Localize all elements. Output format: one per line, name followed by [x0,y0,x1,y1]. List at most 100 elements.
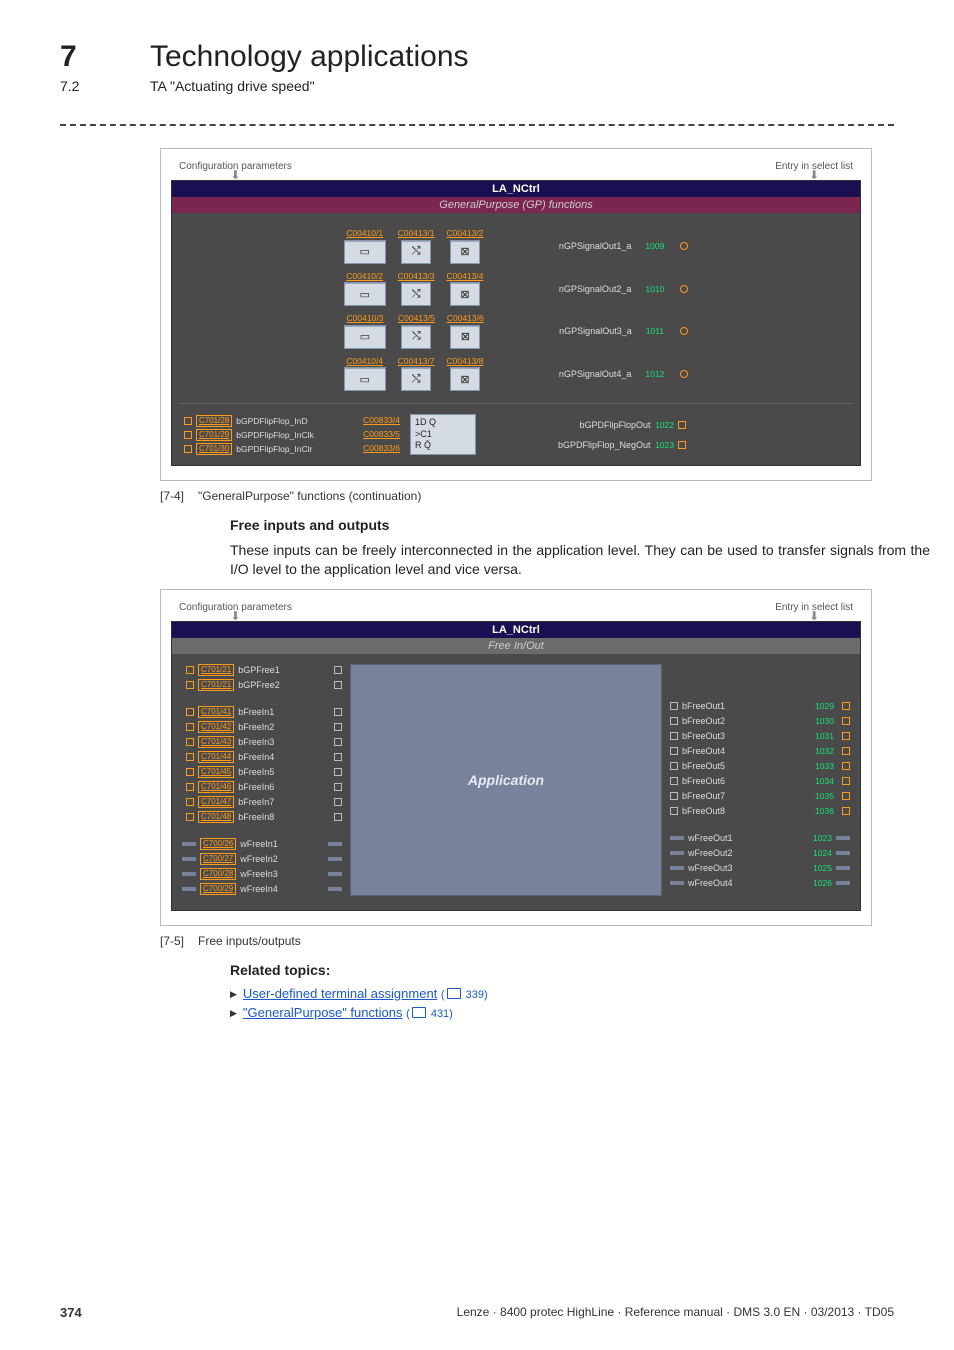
port-icon [678,421,686,429]
port-icon [836,851,850,855]
signal-label: bFreeIn5 [238,767,330,777]
signal-label: wFreeIn2 [240,854,324,864]
param-link[interactable]: C00413/3 [398,272,435,281]
link[interactable]: "GeneralPurpose" functions [243,1005,403,1020]
port-icon [186,813,194,821]
param-link[interactable]: C00833/5 [363,430,400,439]
param-link[interactable]: C701/28 [196,415,232,427]
terminal-icon [334,666,342,674]
param-link[interactable]: C00413/8 [447,357,484,366]
select-list-entry: 1035 [815,791,834,801]
signal-label: bGPFree2 [238,680,330,690]
diagram-titlebar: LA_NCtrl [172,181,860,197]
port-icon [836,881,850,885]
flipflop-input-row: C701/30 bGPDFlipFlop_InClr C00833/6 [180,443,400,455]
signal-label: bFreeIn8 [238,812,330,822]
select-list-entry: 1025 [813,863,832,873]
port-icon [836,836,850,840]
param-link[interactable]: C700/29 [200,883,236,895]
application-block: Application [350,664,662,896]
param-link[interactable]: C701/21 [198,679,234,691]
flipflop-symbol: 1D Q>C1R Q̄ [410,414,476,455]
free-input-row: C701/46 bFreeIn6 [182,781,342,794]
param-link[interactable]: C701/46 [198,781,234,793]
signal-label: bFreeIn3 [238,737,330,747]
select-list-entry: 1023 [655,440,674,450]
select-list-entry: 1033 [815,761,834,771]
section-title: TA "Actuating drive speed" [150,78,315,94]
free-output-row: bFreeOut3 1031 [670,730,850,743]
free-input-row: C701/43 bFreeIn3 [182,736,342,749]
param-link[interactable]: C00410/3 [347,314,384,323]
param-link[interactable]: C00413/7 [398,357,435,366]
param-link[interactable]: C701/41 [198,706,234,718]
param-link[interactable]: C00410/1 [346,229,383,238]
param-link[interactable]: C701/47 [198,796,234,808]
select-list-entry: 1029 [815,701,834,711]
param-link[interactable]: C00833/6 [363,444,400,453]
param-link[interactable]: C00413/4 [447,272,484,281]
terminal-icon [334,768,342,776]
param-link[interactable]: C701/30 [196,443,232,455]
signal-out-label: nGPSignalOut2_a [511,284,631,294]
page-reference[interactable]: ( 339) [441,989,488,1001]
signal-out-label: bFreeOut2 [682,716,809,726]
param-link[interactable]: C00413/2 [447,229,484,238]
signal-out-label: nGPSignalOut3_a [512,326,632,336]
param-link[interactable]: C701/43 [198,736,234,748]
port-icon [842,762,850,770]
multiply-symbol: ⊠ [450,325,480,349]
select-list-entry: 1031 [815,731,834,741]
param-link[interactable]: C00413/1 [398,229,435,238]
select-list-entry: 1036 [815,806,834,816]
free-output-row: wFreeOut2 1024 [670,847,850,860]
signal-out-label: bFreeOut4 [682,746,809,756]
port-icon [842,717,850,725]
select-list-entry: 1009 [645,241,664,251]
signal-out-label: wFreeOut3 [688,863,807,873]
port-icon [842,792,850,800]
param-link[interactable]: C701/48 [198,811,234,823]
link[interactable]: User-defined terminal assignment [243,986,437,1001]
param-link[interactable]: C00413/6 [447,314,484,323]
page-reference[interactable]: ( 431) [406,1008,453,1020]
diagram-gp-functions: Configuration parameters ⬇ Entry in sele… [160,148,872,481]
port-icon [186,798,194,806]
param-link[interactable]: C701/29 [196,429,232,441]
signal-out-label: nGPSignalOut4_a [511,369,631,379]
flipflop-input-row: C701/29 bGPDFlipFlop_InClk C00833/5 [180,429,400,441]
param-link[interactable]: C701/21 [198,664,234,676]
free-input-row: C701/21 bGPFree1 [182,664,342,677]
related-link-item: "GeneralPurpose" functions ( 431) [230,1005,930,1020]
flipflop-output-row: bGPDFlipFlopOut 1022 [486,420,686,430]
port-icon [680,285,688,293]
signal-out-label: bFreeOut5 [682,761,809,771]
port-icon [186,681,194,689]
signal-out-label: bGPDFlipFlopOut [580,420,651,430]
param-link[interactable]: C00410/4 [346,357,383,366]
param-link[interactable]: C701/45 [198,766,234,778]
free-output-row: bFreeOut7 1035 [670,790,850,803]
gp-signal-row: C00410/1 ▭ C00413/1 ⤭ C00413/2 ⊠ nGPSign… [180,229,852,264]
terminal-icon [334,783,342,791]
select-list-entry: 1034 [815,776,834,786]
slider-symbol: ▭ [344,325,386,349]
select-list-entry: 1010 [645,284,664,294]
param-link[interactable]: C700/28 [200,868,236,880]
param-link[interactable]: C700/27 [200,853,236,865]
terminal-icon [670,702,678,710]
port-icon [182,857,196,861]
param-link[interactable]: C701/42 [198,721,234,733]
down-arrow-icon: ⬇ [775,172,853,178]
port-icon [842,747,850,755]
free-output-row: bFreeOut5 1033 [670,760,850,773]
param-link[interactable]: C701/44 [198,751,234,763]
param-link[interactable]: C700/26 [200,838,236,850]
book-icon [447,988,461,999]
param-link[interactable]: C00833/4 [363,416,400,425]
param-link[interactable]: C00410/2 [346,272,383,281]
param-link[interactable]: C00413/5 [398,314,435,323]
switch-symbol: ⤭ [401,367,431,391]
switch-symbol: ⤭ [401,240,431,264]
free-input-row: C701/47 bFreeIn7 [182,796,342,809]
